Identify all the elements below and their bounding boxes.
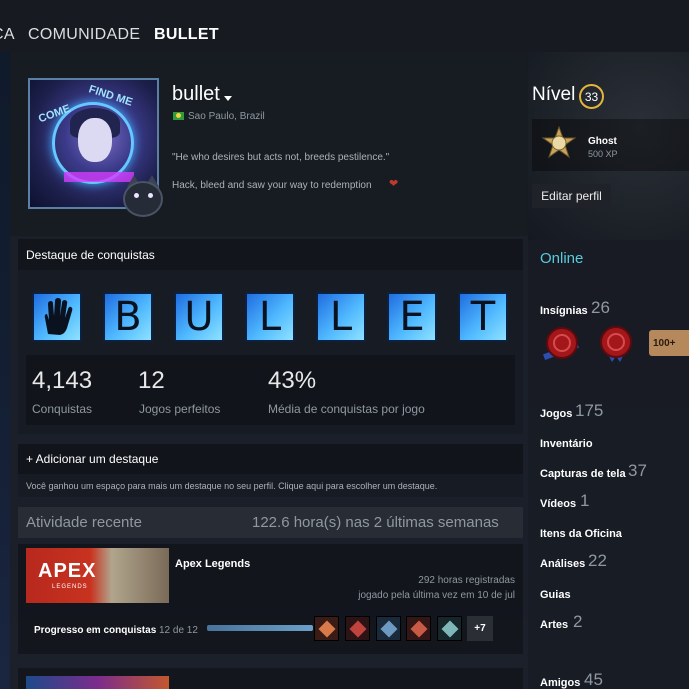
hand-icon [44, 298, 73, 335]
profile-summary-quote: "He who desires but acts not, breeds pes… [172, 152, 390, 163]
badge-name: Ghost [588, 136, 617, 147]
online-status: Online [540, 250, 584, 267]
avatar-frame-cat [117, 171, 167, 219]
achievement-progress-bar [207, 625, 313, 631]
videos-count: 1 [580, 491, 590, 510]
add-showcase-title[interactable]: + Adicionar um destaque [26, 452, 158, 466]
game-capsule-image[interactable]: APEX LEGENDS [26, 548, 169, 603]
showcase-title: Destaque de conquistas [26, 248, 155, 262]
nav-item-bullet[interactable]: BULLET [154, 26, 219, 44]
heart-icon: ❤ [389, 178, 399, 190]
games-count: 175 [575, 401, 604, 420]
achievement-progress-label[interactable]: Progresso em conquistas [34, 625, 156, 636]
game-logo-sub: LEGENDS [52, 584, 88, 590]
nav-item-comunidade[interactable]: COMUNIDADE [28, 26, 140, 44]
friends-link[interactable]: Amigos [540, 677, 580, 689]
game-last-played: jogado pela última vez em 10 de jul [358, 590, 515, 601]
achievement-tile-l1[interactable]: L [245, 292, 295, 342]
reviews-link[interactable]: Análises [540, 558, 585, 570]
stat-achievements-label: Conquistas [32, 402, 93, 416]
stat-achievements-value: 4,143 [32, 367, 93, 394]
achievement-tile-e[interactable]: E [387, 292, 437, 342]
level-badge[interactable]: 33 [579, 84, 604, 109]
recent-activity-hours: 122.6 hora(s) nas 2 últimas semanas [252, 514, 499, 531]
artwork-link[interactable]: Artes [540, 619, 568, 631]
stat-perfect-games-label: Jogos perfeitos [139, 402, 221, 416]
wax-seal-ribbon-badge-icon[interactable] [596, 324, 636, 364]
wax-seal-badge-icon[interactable] [541, 324, 581, 364]
achievement-tile-l2[interactable]: L [316, 292, 366, 342]
profile-summary-line: Hack, bleed and saw your way to redempti… [172, 180, 372, 191]
achievement-icon[interactable] [406, 616, 431, 641]
achievement-icon[interactable] [437, 616, 462, 641]
inventory-link[interactable]: Inventário [540, 438, 593, 450]
profile-location: Sao Paulo, Brazil [188, 111, 265, 122]
brazil-flag-icon [173, 112, 184, 120]
game-name[interactable]: Apex Legends [175, 558, 250, 570]
achievement-progress-fill [207, 625, 313, 631]
badges-link[interactable]: Insígnias [540, 305, 588, 317]
screenshots-link[interactable]: Capturas de tela [540, 468, 626, 480]
achievement-tile-t[interactable]: T [458, 292, 508, 342]
achievement-tile-hand[interactable] [32, 292, 82, 342]
level-label: Nível [532, 84, 576, 105]
badge-xp: 500 XP [588, 149, 618, 159]
profile-username[interactable]: bullet [172, 83, 220, 106]
workshop-link[interactable]: Itens da Oficina [540, 528, 622, 540]
stat-avg-completion-value: 43% [268, 367, 317, 394]
badges-count: 26 [591, 298, 610, 317]
achievement-progress-count: 12 de 12 [159, 625, 198, 636]
achievement-tile-u[interactable]: U [174, 292, 224, 342]
games-link[interactable]: Jogos [540, 408, 572, 420]
achievement-tile-b[interactable]: B [103, 292, 153, 342]
achievement-icon[interactable] [345, 616, 370, 641]
top-nav: CA COMUNIDADE BULLET [0, 0, 689, 52]
recent-activity-title: Atividade recente [26, 514, 142, 531]
videos-link[interactable]: Vídeos [540, 498, 576, 510]
reviews-count: 22 [588, 551, 607, 570]
game-capsule-image[interactable] [26, 676, 169, 689]
stat-perfect-games-value: 12 [138, 367, 165, 394]
ghost-badge-icon [541, 126, 577, 159]
stat-avg-completion-label: Média de conquistas por jogo [268, 402, 425, 416]
achievement-icon[interactable] [314, 616, 339, 641]
guides-link[interactable]: Guias [540, 589, 571, 601]
friends-count: 45 [584, 670, 603, 689]
edit-profile-button[interactable]: Editar perfil [532, 184, 611, 208]
achievement-icon[interactable] [376, 616, 401, 641]
chevron-down-icon[interactable] [224, 96, 232, 101]
nav-item-loja[interactable]: CA [0, 26, 15, 44]
game-hours-on-record: 292 horas registradas [418, 575, 515, 586]
screenshots-count: 37 [628, 461, 647, 480]
game-logo-word: APEX [38, 560, 97, 582]
add-showcase-desc[interactable]: Você ganhou um espaço para mais um desta… [26, 481, 437, 491]
badge-100-plus[interactable]: 100+ [649, 330, 689, 356]
more-achievements-button[interactable]: +7 [467, 616, 493, 641]
artwork-count: 2 [573, 612, 583, 631]
